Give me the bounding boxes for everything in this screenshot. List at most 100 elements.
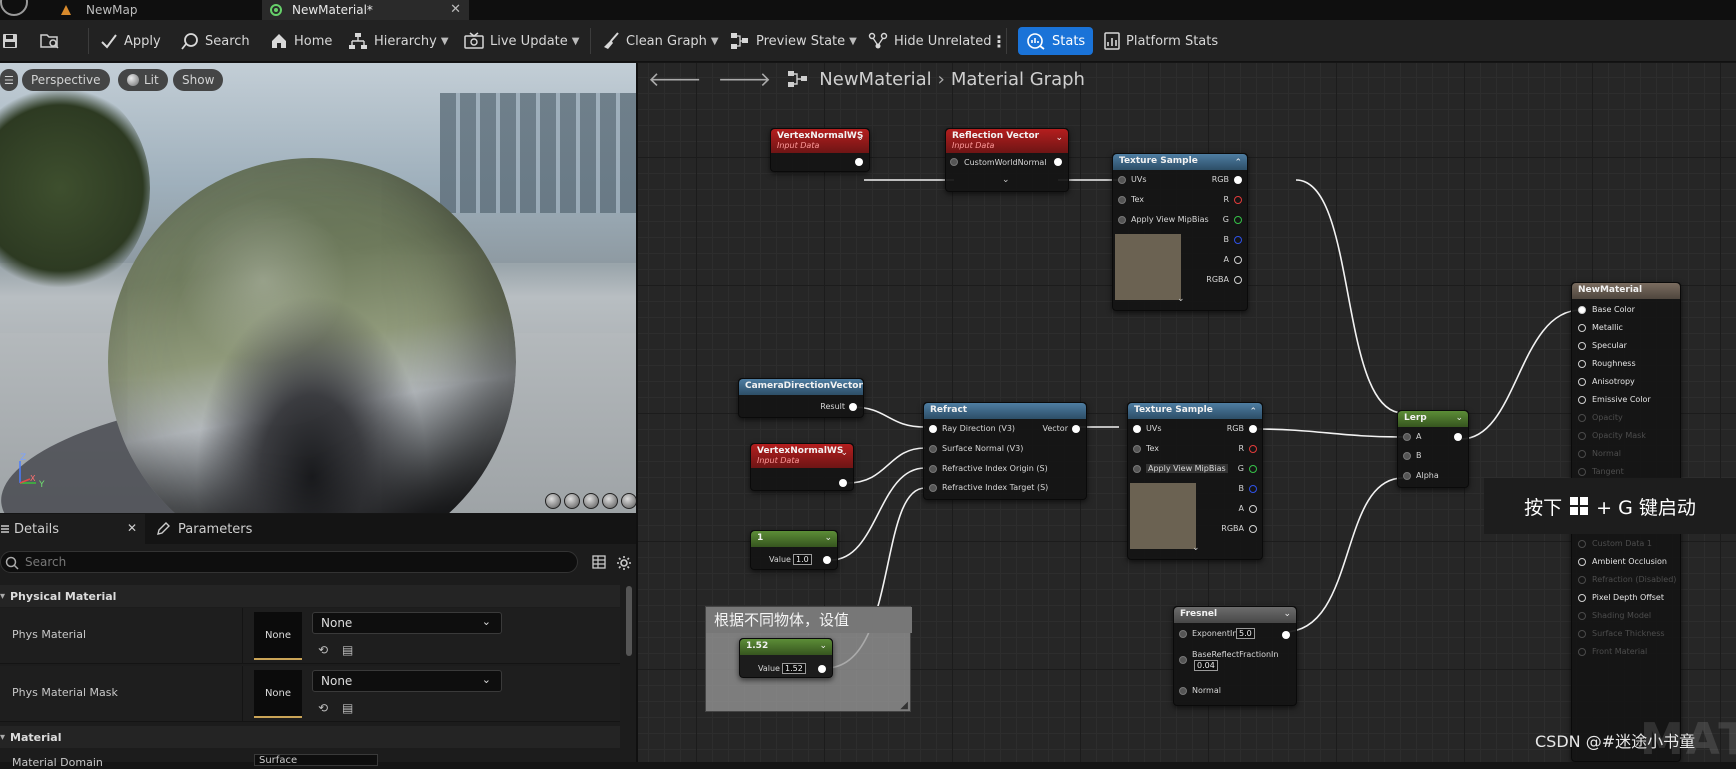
column-splitter[interactable] [242, 666, 243, 722]
uvs-pin[interactable] [1133, 425, 1141, 433]
output-pin[interactable] [823, 556, 831, 564]
g-pin[interactable] [1249, 465, 1257, 473]
a-pin[interactable] [1249, 505, 1257, 513]
node-vertex-normal-ws-1[interactable]: VertexNormalWS Input Data ⌄ [770, 128, 870, 172]
close-tab-icon[interactable]: ✕ [127, 521, 137, 535]
node-texture-sample-2[interactable]: Texture Sample ⌃ UVs Tex Apply View MipB… [1127, 402, 1263, 560]
tab-newmaterial[interactable]: NewMaterial* ✕ [262, 0, 469, 20]
material-input-pin[interactable] [1578, 648, 1586, 656]
resize-handle-icon[interactable]: ◢ [900, 700, 908, 711]
mip-bias-pin[interactable] [1118, 216, 1126, 224]
use-selected-icon[interactable]: ⟲ [318, 701, 328, 715]
rgba-pin[interactable] [1249, 525, 1257, 533]
material-input-pin[interactable] [1578, 396, 1586, 404]
unreal-logo-icon[interactable] [0, 0, 28, 16]
b-pin[interactable] [1234, 236, 1242, 244]
collapse-chevron-icon[interactable]: ⌄ [1192, 543, 1200, 553]
chevron-down-icon[interactable]: ⌄ [856, 133, 864, 143]
rgb-pin[interactable] [1234, 176, 1242, 184]
preview-cube-icon[interactable] [602, 493, 618, 509]
node-vertex-normal-ws-2[interactable]: VertexNormalWS Input Data ⌄ [750, 443, 854, 491]
browse-asset-icon[interactable]: ▤ [342, 643, 353, 657]
material-input-pin[interactable] [1578, 324, 1586, 332]
chevron-down-icon[interactable]: ⌄ [819, 641, 827, 651]
custom-world-normal-pin[interactable] [950, 158, 958, 166]
phys-material-thumbnail[interactable]: None [254, 612, 302, 660]
chevron-up-icon[interactable]: ⌃ [1249, 407, 1257, 417]
material-input-pin[interactable] [1578, 612, 1586, 620]
node-constant-1-52[interactable]: 1.52 ⌄ Value 1.52 [739, 638, 833, 678]
surface-normal-pin[interactable] [929, 445, 937, 453]
node-lerp[interactable]: Lerp ⌄ A B Alpha [1397, 410, 1469, 488]
chevron-down-icon[interactable]: ⌄ [1455, 413, 1463, 423]
home-button[interactable]: Home [270, 27, 332, 55]
material-input-pin[interactable] [1578, 450, 1586, 458]
output-pin[interactable] [839, 479, 847, 487]
phys-material-combo[interactable]: None ⌄ [312, 612, 502, 634]
material-input-pin[interactable] [1578, 540, 1586, 548]
result-output-pin[interactable] [849, 403, 857, 411]
r-pin[interactable] [1249, 445, 1257, 453]
tab-newmap[interactable]: NewMap [44, 0, 254, 20]
hide-unrelated-button[interactable]: Hide Unrelated [868, 27, 992, 55]
back-arrow-icon[interactable]: 🡐 [648, 67, 702, 91]
ray-direction-pin[interactable] [929, 425, 937, 433]
breadcrumb-asset[interactable]: NewMaterial [819, 69, 931, 90]
live-update-dropdown[interactable]: Live Update ▼ [464, 27, 579, 55]
node-texture-sample-1[interactable]: Texture Sample ⌃ UVs Tex Apply View MipB… [1112, 153, 1248, 311]
search-button[interactable]: Search [181, 27, 250, 55]
lerp-alpha-pin[interactable] [1403, 472, 1411, 480]
material-domain-combo[interactable]: Surface [254, 754, 378, 766]
lerp-a-pin[interactable] [1403, 433, 1411, 441]
vector-output-pin[interactable] [1072, 425, 1080, 433]
constant-value-field[interactable]: 1.52 [782, 663, 806, 674]
output-pin[interactable] [1054, 158, 1062, 166]
mip-bias-pin[interactable] [1133, 465, 1141, 473]
rgb-pin[interactable] [1249, 425, 1257, 433]
node-refract[interactable]: Refract Ray Direction (V3) Vector Surfac… [923, 402, 1087, 500]
chevron-down-icon[interactable]: ⌄ [824, 533, 832, 543]
perspective-button[interactable]: Perspective [22, 69, 110, 91]
constant-value-field[interactable]: 1.0 [793, 554, 812, 565]
details-search-input[interactable]: Search [0, 551, 578, 573]
r-pin[interactable] [1234, 196, 1242, 204]
chevron-up-icon[interactable]: ⌃ [1234, 158, 1242, 168]
material-input-pin[interactable] [1578, 360, 1586, 368]
collapse-chevron-icon[interactable]: ⌄ [1177, 294, 1185, 304]
a-pin[interactable] [1234, 256, 1242, 264]
material-input-pin[interactable] [1578, 468, 1586, 476]
node-fresnel[interactable]: Fresnel ⌄ ExponentIn 5.0 BaseReflectFrac… [1173, 606, 1297, 706]
category-material[interactable]: Material [0, 726, 620, 748]
lit-mode-button[interactable]: Lit [118, 69, 168, 91]
forward-arrow-icon[interactable]: 🡒 [718, 67, 772, 91]
refractive-index-origin-pin[interactable] [929, 465, 937, 473]
b-pin[interactable] [1249, 485, 1257, 493]
clean-graph-dropdown[interactable]: Clean Graph ▼ [602, 27, 719, 55]
use-selected-icon[interactable]: ⟲ [318, 643, 328, 657]
material-input-pin[interactable] [1578, 558, 1586, 566]
material-input-pin[interactable] [1578, 342, 1586, 350]
browse-button[interactable] [40, 27, 66, 55]
expand-chevron-icon[interactable]: ⌄ [1002, 175, 1010, 185]
viewport-menu-button[interactable]: ☰ [0, 69, 18, 91]
browse-asset-icon[interactable]: ▤ [342, 701, 353, 715]
material-input-pin[interactable] [1578, 594, 1586, 602]
base-reflect-pin[interactable] [1179, 656, 1187, 664]
chevron-down-icon[interactable]: ⌄ [1055, 133, 1063, 143]
normal-pin[interactable] [1179, 687, 1187, 695]
tab-details[interactable]: Details ✕ [0, 514, 145, 544]
tex-pin[interactable] [1133, 445, 1141, 453]
platform-stats-button[interactable]: Platform Stats [1104, 27, 1218, 55]
category-physical-material[interactable]: Physical Material [0, 585, 620, 607]
preview-state-dropdown[interactable]: Preview State ▼ [730, 27, 857, 55]
show-button[interactable]: Show [173, 69, 224, 91]
exponent-value-field[interactable]: 5.0 [1236, 628, 1255, 639]
output-pin[interactable] [855, 158, 863, 166]
chevron-down-icon[interactable]: ⌄ [840, 448, 848, 458]
material-input-pin[interactable] [1578, 378, 1586, 386]
hierarchy-dropdown[interactable]: Hierarchy ▼ [348, 27, 449, 55]
preview-plane-icon[interactable] [583, 493, 599, 509]
material-input-pin[interactable] [1578, 576, 1586, 584]
uvs-pin[interactable] [1118, 176, 1126, 184]
material-input-pin[interactable] [1578, 306, 1586, 314]
